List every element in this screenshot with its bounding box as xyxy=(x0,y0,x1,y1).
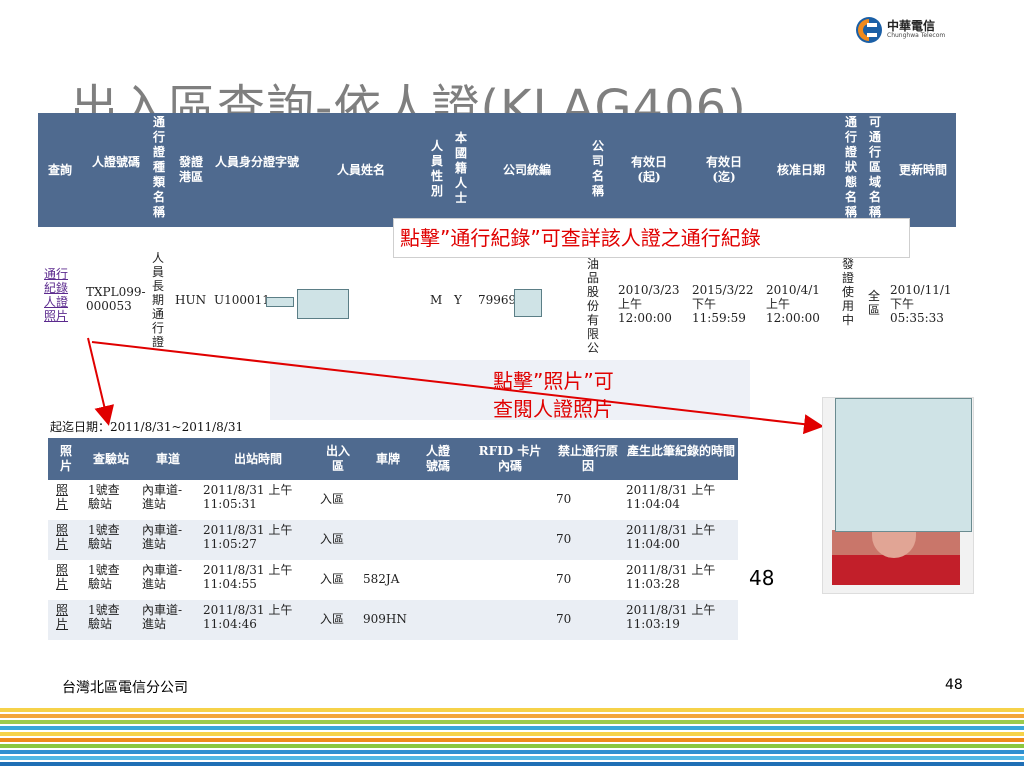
record-time: 2011/8/31 上午 11:04:00 xyxy=(626,523,716,551)
bth-record-time: 產生此筆紀錄的時間 xyxy=(626,444,735,458)
lane: 內車道-進站 xyxy=(142,563,183,591)
inout: 入區 xyxy=(320,532,345,546)
bth-cert: 人證號碼 xyxy=(425,444,450,473)
reason: 70 xyxy=(556,612,572,626)
photo-link[interactable]: 照片 xyxy=(56,603,70,631)
inout: 入區 xyxy=(320,492,345,506)
reason: 70 xyxy=(556,532,572,546)
side-number: 48 xyxy=(749,566,775,590)
redacted-photo xyxy=(835,398,972,532)
table-row: 照片 1號查驗站 內車道-進站 2011/8/31 上午 11:04:46 入區… xyxy=(48,600,738,640)
time: 2011/8/31 上午 11:04:55 xyxy=(203,563,293,591)
photo-link[interactable]: 照片 xyxy=(56,563,70,591)
time: 2011/8/31 上午 11:05:27 xyxy=(203,523,293,551)
plate: 909HN xyxy=(363,612,407,626)
record-time: 2011/8/31 上午 11:03:19 xyxy=(626,603,716,631)
station: 1號查驗站 xyxy=(88,523,120,551)
date-range-label: 起迄日期：2011/8/31~2011/8/31 xyxy=(50,420,244,434)
bth-rfid: RFID 卡片內碼 xyxy=(478,444,542,473)
table-row: 照片 1號查驗站 內車道-進站 2011/8/31 上午 11:05:31 入區… xyxy=(48,480,738,520)
callout-arrows xyxy=(87,337,824,435)
station: 1號查驗站 xyxy=(88,563,120,591)
inout: 入區 xyxy=(320,572,345,586)
station: 1號查驗站 xyxy=(88,603,120,631)
lane: 內車道-進站 xyxy=(142,483,183,511)
lane: 內車道-進站 xyxy=(142,523,183,551)
time: 2011/8/31 上午 11:04:46 xyxy=(203,603,293,631)
arrow-to-photo xyxy=(91,341,824,435)
footer-text: 台灣北區電信分公司 xyxy=(62,680,188,696)
bth-time: 出站時間 xyxy=(233,452,282,466)
bth-station: 查驗站 xyxy=(92,452,129,466)
reason: 70 xyxy=(556,492,572,506)
station: 1號查驗站 xyxy=(88,483,120,511)
table-row: 照片 1號查驗站 內車道-進站 2011/8/31 上午 11:04:55 入區… xyxy=(48,560,738,600)
record-time: 2011/8/31 上午 11:04:04 xyxy=(626,483,716,511)
bth-inout: 出入區 xyxy=(325,444,350,473)
photo-link[interactable]: 照片 xyxy=(56,523,70,551)
photo-shirt xyxy=(832,555,960,585)
passage-table-header: 照片 查驗站 車道 出站時間 出入區 車牌 人證號碼 RFID 卡片內碼 禁止通… xyxy=(48,438,738,480)
bth-plate: 車牌 xyxy=(375,452,400,466)
plate: 582JA xyxy=(363,572,400,586)
reason: 70 xyxy=(556,572,572,586)
footer-stripes xyxy=(0,708,1024,768)
passage-record-table: 照片 查驗站 車道 出站時間 出入區 車牌 人證號碼 RFID 卡片內碼 禁止通… xyxy=(48,438,738,640)
bth-lane: 車道 xyxy=(155,452,180,466)
lane: 內車道-進站 xyxy=(142,603,183,631)
photo-link[interactable]: 照片 xyxy=(56,483,70,511)
page-number: 48 xyxy=(945,677,963,693)
inout: 入區 xyxy=(320,612,345,626)
time: 2011/8/31 上午 11:05:31 xyxy=(203,483,293,511)
table-row: 照片 1號查驗站 內車道-進站 2011/8/31 上午 11:05:27 入區… xyxy=(48,520,738,560)
bth-reason: 禁止通行原因 xyxy=(557,444,618,473)
arrow-to-records xyxy=(87,337,115,426)
record-time: 2011/8/31 上午 11:03:28 xyxy=(626,563,716,591)
bth-photo: 照片 xyxy=(59,444,72,473)
